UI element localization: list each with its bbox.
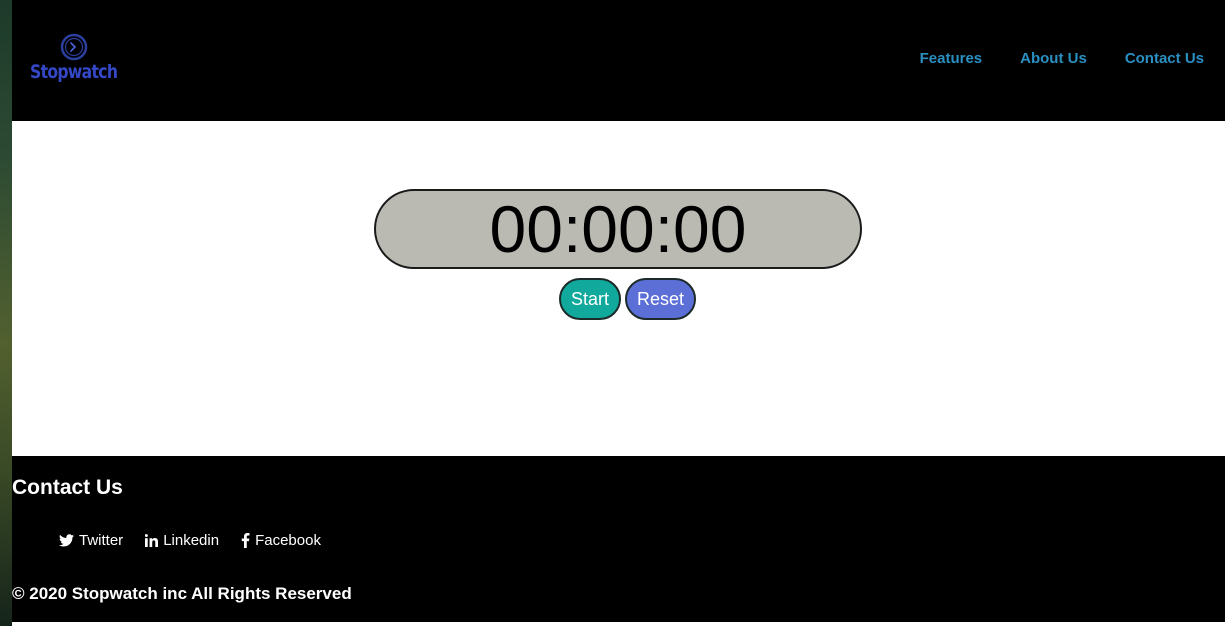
time-value: 00:00:00 xyxy=(489,192,747,266)
logo-text: Stopwatch xyxy=(30,61,118,83)
social-label-facebook: Facebook xyxy=(255,532,321,549)
copyright-text: © 2020 Stopwatch inc All Rights Reserved xyxy=(12,584,352,603)
linkedin-icon xyxy=(145,534,159,547)
nav-features[interactable]: Features xyxy=(920,50,983,67)
social-link-facebook[interactable]: Facebook xyxy=(241,532,321,549)
main-nav: Features About Us Contact Us xyxy=(920,50,1204,67)
page: Stopwatch Features About Us Contact Us 0… xyxy=(12,0,1225,626)
social-label-twitter: Twitter xyxy=(79,532,124,549)
social-links: Twitter Linkedin Facebook xyxy=(59,532,321,549)
stopwatch-icon xyxy=(60,33,88,61)
start-button[interactable]: Start xyxy=(559,278,621,320)
social-link-twitter[interactable]: Twitter xyxy=(59,532,123,549)
footer-divider xyxy=(12,622,1225,626)
social-label-linkedin: Linkedin xyxy=(163,532,220,549)
footer-title: Contact Us xyxy=(12,476,123,499)
social-link-linkedin[interactable]: Linkedin xyxy=(145,532,219,549)
stopwatch-section: 00:00:00 Start Reset xyxy=(12,121,1225,456)
twitter-icon xyxy=(59,534,74,547)
header: Stopwatch Features About Us Contact Us xyxy=(12,0,1225,121)
time-display: 00:00:00 xyxy=(374,189,862,269)
nav-contact-us[interactable]: Contact Us xyxy=(1125,50,1204,67)
facebook-icon xyxy=(241,533,250,548)
reset-button[interactable]: Reset xyxy=(625,278,696,320)
background-image-edge xyxy=(0,0,12,626)
logo[interactable]: Stopwatch xyxy=(30,33,120,93)
footer: Contact Us Twitter Linkedin Facebook © 2… xyxy=(12,456,1225,624)
nav-about-us[interactable]: About Us xyxy=(1020,50,1087,67)
